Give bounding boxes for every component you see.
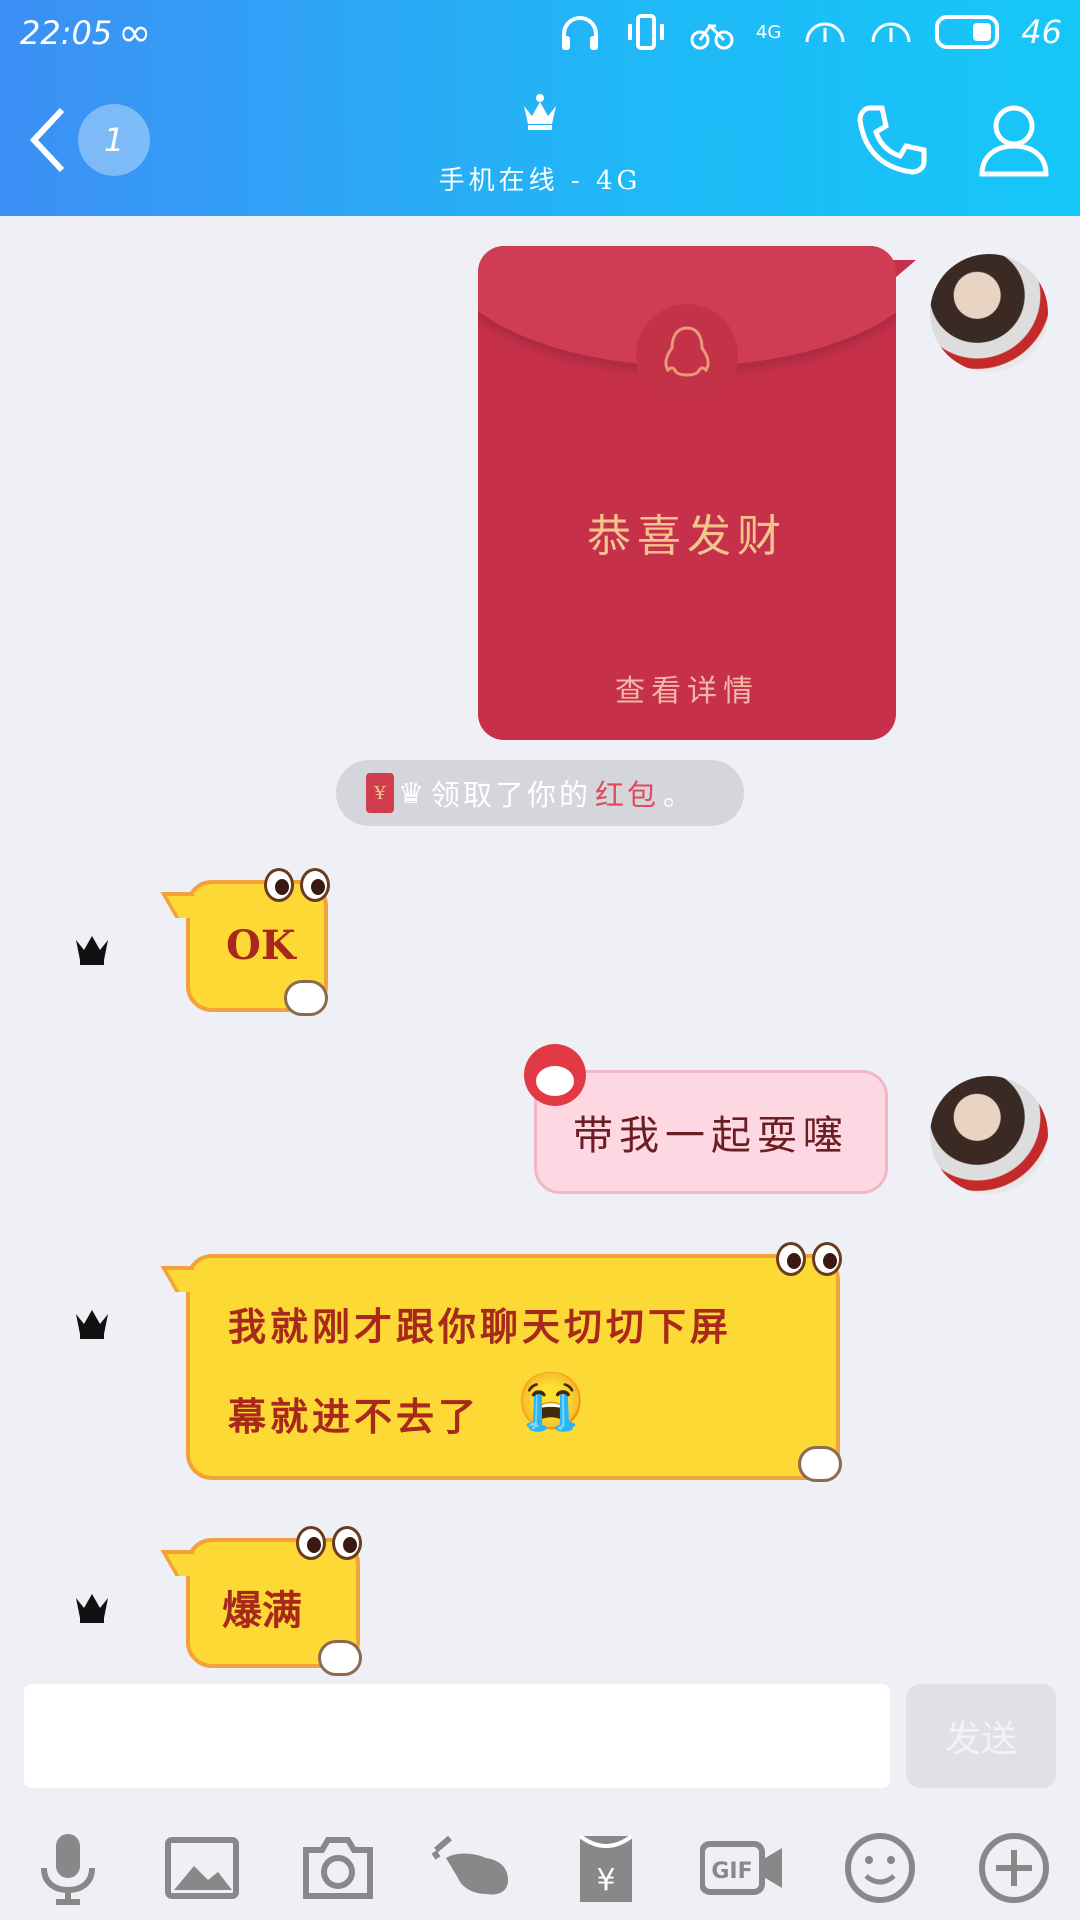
bubble-eyes-decoration (264, 864, 336, 904)
message-text: 爆满 (222, 1587, 302, 1634)
message-bubble-pink[interactable]: 带我一起耍噻 (534, 1070, 888, 1194)
network-label: 4G (755, 21, 782, 43)
plus-icon[interactable] (974, 1828, 1054, 1908)
image-icon[interactable] (162, 1828, 242, 1908)
gif-icon[interactable]: GIF (699, 1828, 786, 1908)
system-text: 领取了你的 (431, 778, 592, 812)
crown-mini-icon: ♛ (398, 776, 427, 810)
input-toolbar: ¥ GIF (0, 1806, 1080, 1920)
red-packet-card[interactable]: 恭喜发财 查看详情 (478, 246, 896, 740)
emoji-icon[interactable] (840, 1828, 920, 1908)
signal-gauge-icon (805, 22, 845, 43)
message-text: OK (226, 922, 296, 969)
red-packet-detail-link[interactable]: 查看详情 (478, 666, 896, 710)
message-bubble-long[interactable]: 我就刚才跟你聊天切切下屏 幕就进不去了 😭 (186, 1254, 840, 1480)
status-bar: 22:05 ∞ 4G 46 (0, 0, 1080, 70)
message-text: 带我一起耍噻 (573, 1113, 849, 1159)
friend-avatar-crown[interactable] (74, 1304, 110, 1340)
red-packet-mini-icon: ¥ (366, 773, 394, 813)
red-packet-greeting: 恭喜发财 (587, 511, 787, 562)
message-text-line1: 我就刚才跟你聊天切切下屏 (228, 1304, 733, 1349)
vibrate-icon (627, 14, 664, 50)
my-avatar[interactable] (930, 1076, 1048, 1194)
wifi-gauge-icon (871, 22, 911, 43)
red-packet-icon[interactable]: ¥ (566, 1828, 646, 1908)
bubble-hand-decoration (798, 1446, 842, 1482)
system-message: ¥ ♛ 领取了你的 红包 。 (336, 760, 744, 826)
battery-icon (935, 15, 1000, 49)
camera-icon[interactable] (298, 1828, 378, 1908)
user-icon[interactable] (978, 100, 1050, 180)
friend-avatar-crown[interactable] (74, 1588, 110, 1624)
crown-icon (524, 94, 556, 130)
microphone-icon[interactable] (28, 1828, 108, 1908)
status-time: 22:05 (20, 14, 113, 52)
bubble-hand-decoration (284, 980, 328, 1016)
status-icons: 4G 46 (558, 12, 1062, 52)
friend-avatar-crown[interactable] (74, 930, 110, 966)
my-avatar[interactable] (930, 254, 1048, 372)
red-packet-seal (636, 304, 738, 406)
chat-header: 22:05 ∞ 4G 46 1 手机在线 - 4G (0, 0, 1080, 216)
send-button[interactable]: 发送 (906, 1684, 1056, 1788)
gif-label: GIF (711, 1859, 752, 1884)
message-input[interactable] (24, 1684, 890, 1788)
loop-icon: ∞ (118, 10, 152, 56)
poke-icon[interactable] (431, 1828, 512, 1908)
headphones-icon (561, 16, 598, 50)
system-red-packet-link[interactable]: 红包 (595, 772, 659, 814)
bubble-eyes-decoration (296, 1522, 368, 1562)
phone-icon[interactable] (852, 100, 932, 180)
battery-level: 46 (1021, 13, 1062, 51)
fox-decoration-icon (524, 1044, 586, 1106)
message-text-line2: 幕就进不去了 (228, 1394, 481, 1439)
bike-icon (690, 23, 734, 50)
bubble-eyes-decoration (776, 1238, 848, 1278)
penguin-icon (664, 326, 710, 377)
system-text-end: 。 (663, 778, 696, 812)
yen-label: ¥ (596, 1863, 615, 1898)
crying-emoji-icon: 😭 (516, 1368, 586, 1434)
bubble-hand-decoration (318, 1640, 362, 1676)
